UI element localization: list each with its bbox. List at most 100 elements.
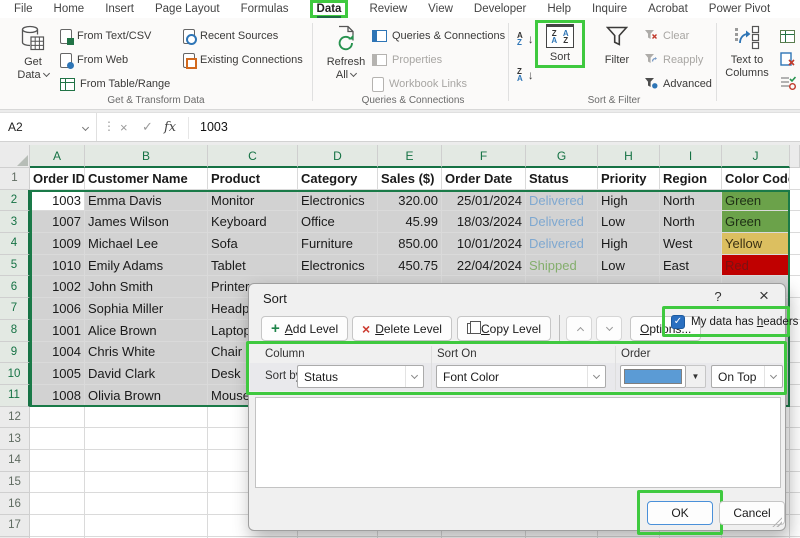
- cell-D5[interactable]: Electronics: [298, 255, 378, 277]
- cell-H4[interactable]: High: [598, 233, 660, 255]
- row-header-14[interactable]: 14: [0, 450, 30, 472]
- cell-A11[interactable]: 1008: [30, 385, 85, 407]
- col-header-D[interactable]: D: [298, 145, 378, 168]
- tab-view[interactable]: View: [428, 3, 453, 15]
- help-icon[interactable]: ?: [709, 289, 727, 304]
- row-header-6[interactable]: 6: [0, 276, 30, 298]
- cell-I1[interactable]: Region: [660, 168, 722, 190]
- cell-A7[interactable]: 1006: [30, 298, 85, 320]
- name-box[interactable]: A2: [0, 113, 97, 141]
- col-header-I[interactable]: I: [660, 145, 722, 168]
- tab-page-layout[interactable]: Page Layout: [155, 3, 220, 15]
- tab-file[interactable]: File: [14, 3, 33, 15]
- cell-E5[interactable]: 450.75: [378, 255, 442, 277]
- remove-duplicates-button[interactable]: [780, 51, 796, 69]
- row-header-5[interactable]: 5: [0, 255, 30, 277]
- get-data-button[interactable]: Get Data: [10, 25, 56, 82]
- cell-I2[interactable]: North: [660, 190, 722, 212]
- tab-inquire[interactable]: Inquire: [592, 3, 627, 15]
- tab-developer[interactable]: Developer: [474, 3, 526, 15]
- cell-B2[interactable]: Emma Davis: [85, 190, 208, 212]
- cell-I5[interactable]: East: [660, 255, 722, 277]
- formula-input[interactable]: 1003: [200, 113, 228, 141]
- queries-connections-button[interactable]: Queries & Connections: [372, 27, 505, 45]
- from-text-csv-button[interactable]: From Text/CSV: [60, 27, 151, 45]
- cell-G1[interactable]: Status: [526, 168, 598, 190]
- cell-F3[interactable]: 18/03/2024: [442, 211, 526, 233]
- cell-A6[interactable]: 1002: [30, 276, 85, 298]
- cell-B9[interactable]: Chris White: [85, 342, 208, 364]
- cell-B17[interactable]: [85, 515, 208, 537]
- tab-data[interactable]: Data: [310, 0, 349, 18]
- cell-B7[interactable]: Sophia Miller: [85, 298, 208, 320]
- cell-A5[interactable]: 1010: [30, 255, 85, 277]
- cell-B5[interactable]: Emily Adams: [85, 255, 208, 277]
- existing-connections-button[interactable]: Existing Connections: [183, 51, 303, 69]
- cell-B16[interactable]: [85, 493, 208, 515]
- sort-ascending-button[interactable]: AZ ↓: [517, 30, 534, 48]
- cell-J5[interactable]: Red: [722, 255, 790, 277]
- row-header-10[interactable]: 10: [0, 363, 30, 385]
- cell-A14[interactable]: [30, 450, 85, 472]
- cell-A13[interactable]: [30, 428, 85, 450]
- row-header-1[interactable]: 1: [0, 168, 30, 190]
- cell-H3[interactable]: Low: [598, 211, 660, 233]
- cell-I4[interactable]: West: [660, 233, 722, 255]
- tab-formulas[interactable]: Formulas: [241, 3, 289, 15]
- row-header-12[interactable]: 12: [0, 407, 30, 429]
- cell-I3[interactable]: North: [660, 211, 722, 233]
- text-to-columns-button[interactable]: Text to Columns: [722, 25, 772, 80]
- cell-J4[interactable]: Yellow: [722, 233, 790, 255]
- cell-A8[interactable]: 1001: [30, 320, 85, 342]
- col-header-C[interactable]: C: [208, 145, 298, 168]
- row-header-13[interactable]: 13: [0, 428, 30, 450]
- cell-A3[interactable]: 1007: [30, 211, 85, 233]
- cell-A1[interactable]: Order ID: [30, 168, 85, 190]
- cell-D4[interactable]: Furniture: [298, 233, 378, 255]
- col-header-J[interactable]: J: [722, 145, 790, 168]
- cell-B14[interactable]: [85, 450, 208, 472]
- cell-C1[interactable]: Product: [208, 168, 298, 190]
- cell-D2[interactable]: Electronics: [298, 190, 378, 212]
- row-header-9[interactable]: 9: [0, 342, 30, 364]
- cell-D1[interactable]: Category: [298, 168, 378, 190]
- sort-by-column-dropdown[interactable]: Status: [297, 365, 424, 388]
- delete-level-button[interactable]: × Delete Level: [352, 316, 452, 341]
- tab-home[interactable]: Home: [54, 3, 85, 15]
- refresh-all-button[interactable]: Refresh All: [322, 25, 370, 82]
- tab-help[interactable]: Help: [547, 3, 571, 15]
- row-header-7[interactable]: 7: [0, 298, 30, 320]
- tab-insert[interactable]: Insert: [105, 3, 134, 15]
- from-table-range-button[interactable]: From Table/Range: [60, 75, 170, 93]
- cell-E2[interactable]: 320.00: [378, 190, 442, 212]
- cell-A15[interactable]: [30, 472, 85, 494]
- col-header-E[interactable]: E: [378, 145, 442, 168]
- cell-D3[interactable]: Office: [298, 211, 378, 233]
- row-header-4[interactable]: 4: [0, 233, 30, 255]
- sort-button[interactable]: ZA AZ Sort: [540, 24, 580, 64]
- order-dropdown[interactable]: On Top: [711, 365, 783, 388]
- col-header-F[interactable]: F: [442, 145, 526, 168]
- cell-B13[interactable]: [85, 428, 208, 450]
- col-header-B[interactable]: B: [85, 145, 208, 168]
- cell-C5[interactable]: Tablet: [208, 255, 298, 277]
- cell-F2[interactable]: 25/01/2024: [442, 190, 526, 212]
- tab-review[interactable]: Review: [369, 3, 407, 15]
- add-level-button[interactable]: + Add Level: [261, 316, 348, 341]
- tab-acrobat[interactable]: Acrobat: [648, 3, 688, 15]
- cell-J1[interactable]: Color Code: [722, 168, 790, 190]
- insert-function-button[interactable]: fx: [164, 113, 176, 141]
- swatch-dropdown-button[interactable]: ▼: [686, 365, 706, 388]
- cell-H2[interactable]: High: [598, 190, 660, 212]
- cell-A17[interactable]: [30, 515, 85, 537]
- cell-B10[interactable]: David Clark: [85, 363, 208, 385]
- sort-on-dropdown[interactable]: Font Color: [436, 365, 606, 388]
- cell-A4[interactable]: 1009: [30, 233, 85, 255]
- row-header-2[interactable]: 2: [0, 190, 30, 212]
- cell-J2[interactable]: Green: [722, 190, 790, 212]
- cell-E4[interactable]: 850.00: [378, 233, 442, 255]
- ok-button[interactable]: OK: [647, 501, 713, 525]
- my-data-has-headers-checkbox[interactable]: ✓: [671, 315, 685, 329]
- cell-B15[interactable]: [85, 472, 208, 494]
- cell-B4[interactable]: Michael Lee: [85, 233, 208, 255]
